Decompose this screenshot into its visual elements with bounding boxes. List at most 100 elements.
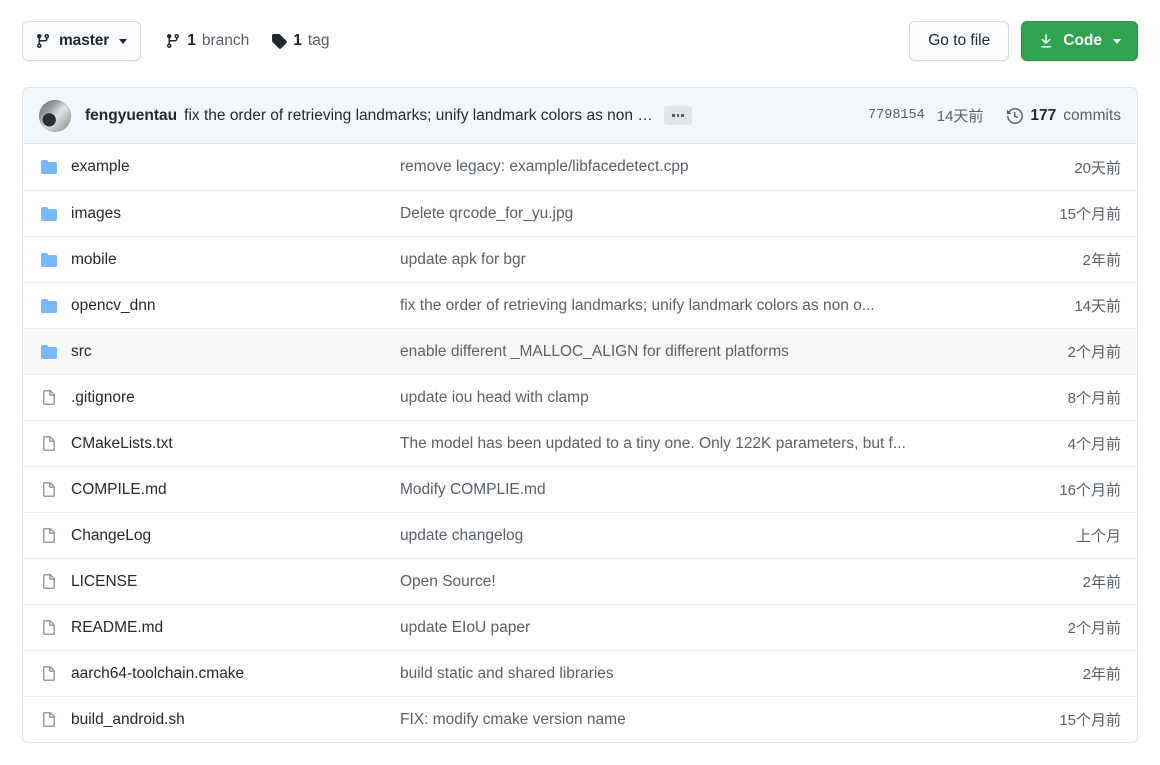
branch-count-number: 1 xyxy=(187,32,196,50)
code-button-label: Code xyxy=(1063,32,1102,50)
commit-message-cell[interactable]: Modify COMPLIE.md xyxy=(400,481,991,499)
table-row[interactable]: COMPILE.mdModify COMPLIE.md16个月前 xyxy=(23,466,1137,512)
file-icon xyxy=(39,528,71,544)
commit-sha-link[interactable]: 7798154 xyxy=(868,108,925,123)
branch-name-label: master xyxy=(59,32,109,50)
folder-icon xyxy=(39,206,71,222)
commit-message-cell[interactable]: Open Source! xyxy=(400,573,991,591)
tag-icon xyxy=(271,33,287,49)
avatar[interactable] xyxy=(39,100,71,132)
commit-time-cell: 15个月前 xyxy=(991,203,1121,224)
file-name-link[interactable]: COMPILE.md xyxy=(71,481,400,499)
history-icon xyxy=(1007,108,1023,124)
git-branch-icon xyxy=(165,33,181,49)
table-row[interactable]: imagesDelete qrcode_for_yu.jpg15个月前 xyxy=(23,190,1137,236)
commit-time-cell: 20天前 xyxy=(991,157,1121,178)
folder-icon xyxy=(39,344,71,360)
tag-count-label: tag xyxy=(308,32,330,50)
table-row[interactable]: LICENSEOpen Source!2年前 xyxy=(23,558,1137,604)
commit-message-cell[interactable]: Delete qrcode_for_yu.jpg xyxy=(400,205,991,223)
ellipsis-icon[interactable] xyxy=(664,106,692,125)
chevron-down-icon xyxy=(1113,39,1121,44)
commit-time-cell: 4个月前 xyxy=(991,433,1121,454)
file-listing-box: fengyuentau fix the order of retrieving … xyxy=(22,87,1138,743)
file-icon xyxy=(39,666,71,682)
tag-count-link[interactable]: 1 tag xyxy=(271,32,329,50)
commit-author-link[interactable]: fengyuentau xyxy=(85,107,177,125)
commit-message-cell[interactable]: update apk for bgr xyxy=(400,251,991,269)
commit-time-cell: 14天前 xyxy=(991,295,1121,316)
go-to-file-label: Go to file xyxy=(928,32,990,50)
table-row[interactable]: CMakeLists.txtThe model has been updated… xyxy=(23,420,1137,466)
file-name-link[interactable]: build_android.sh xyxy=(71,711,400,729)
file-name-link[interactable]: aarch64-toolchain.cmake xyxy=(71,665,400,683)
commit-time-cell: 15个月前 xyxy=(991,709,1121,730)
commit-time-cell: 2个月前 xyxy=(991,617,1121,638)
commit-message-cell[interactable]: enable different _MALLOC_ALIGN for diffe… xyxy=(400,343,991,361)
table-row[interactable]: mobileupdate apk for bgr2年前 xyxy=(23,236,1137,282)
commit-message-cell[interactable]: build static and shared libraries xyxy=(400,665,991,683)
file-icon xyxy=(39,712,71,728)
commit-time-cell: 16个月前 xyxy=(991,479,1121,500)
commit-time-cell: 8个月前 xyxy=(991,387,1121,408)
file-icon xyxy=(39,482,71,498)
branch-selector-button[interactable]: master xyxy=(22,21,141,61)
file-name-link[interactable]: mobile xyxy=(71,251,400,269)
table-row[interactable]: srcenable different _MALLOC_ALIGN for di… xyxy=(23,328,1137,374)
folder-icon xyxy=(39,159,71,175)
branch-count-label: branch xyxy=(202,32,249,50)
table-row[interactable]: .gitignoreupdate iou head with clamp8个月前 xyxy=(23,374,1137,420)
chevron-down-icon xyxy=(119,39,127,44)
file-icon xyxy=(39,574,71,590)
commit-message-cell[interactable]: fix the order of retrieving landmarks; u… xyxy=(400,297,991,315)
commit-message-cell[interactable]: update changelog xyxy=(400,527,991,545)
commit-date: 14天前 xyxy=(937,105,984,126)
commit-time-cell: 2年前 xyxy=(991,249,1121,270)
file-name-link[interactable]: example xyxy=(71,158,400,176)
table-row[interactable]: opencv_dnnfix the order of retrieving la… xyxy=(23,282,1137,328)
repo-toolbar: master 1 branch 1 tag Go to file xyxy=(0,0,1160,82)
github-repo-file-listing: master 1 branch 1 tag Go to file xyxy=(0,0,1160,765)
file-name-link[interactable]: LICENSE xyxy=(71,573,400,591)
commits-count-link[interactable]: 177 commits xyxy=(1007,107,1121,125)
commit-time-cell: 2年前 xyxy=(991,571,1121,592)
table-row[interactable]: aarch64-toolchain.cmakebuild static and … xyxy=(23,650,1137,696)
commit-time-cell: 2个月前 xyxy=(991,341,1121,362)
file-icon xyxy=(39,620,71,636)
commit-message-cell[interactable]: FIX: modify cmake version name xyxy=(400,711,991,729)
file-name-link[interactable]: opencv_dnn xyxy=(71,297,400,315)
commit-message-cell[interactable]: update EIoU paper xyxy=(400,619,991,637)
table-row[interactable]: README.mdupdate EIoU paper2个月前 xyxy=(23,604,1137,650)
file-icon xyxy=(39,390,71,406)
commit-message-cell[interactable]: update iou head with clamp xyxy=(400,389,991,407)
folder-icon xyxy=(39,252,71,268)
file-icon xyxy=(39,436,71,452)
file-name-link[interactable]: src xyxy=(71,343,400,361)
commit-message-cell[interactable]: The model has been updated to a tiny one… xyxy=(400,435,991,453)
commits-count-number: 177 xyxy=(1030,107,1056,125)
file-name-link[interactable]: README.md xyxy=(71,619,400,637)
commit-meta: 7798154 14天前 177 commits xyxy=(868,105,1121,126)
go-to-file-button[interactable]: Go to file xyxy=(909,21,1009,61)
file-name-link[interactable]: CMakeLists.txt xyxy=(71,435,400,453)
branch-count-link[interactable]: 1 branch xyxy=(165,32,249,50)
table-row[interactable]: build_android.shFIX: modify cmake versio… xyxy=(23,696,1137,742)
latest-commit-header: fengyuentau fix the order of retrieving … xyxy=(23,88,1137,144)
file-rows-container: exampleremove legacy: example/libfacedet… xyxy=(23,144,1137,742)
commit-message-link[interactable]: fix the order of retrieving landmarks; u… xyxy=(184,107,654,125)
file-name-link[interactable]: images xyxy=(71,205,400,223)
git-branch-icon xyxy=(35,33,51,49)
table-row[interactable]: exampleremove legacy: example/libfacedet… xyxy=(23,144,1137,190)
toolbar-actions: Go to file Code xyxy=(909,21,1138,61)
commit-time-cell: 上个月 xyxy=(991,525,1121,546)
commits-count-label: commits xyxy=(1063,107,1121,125)
file-name-link[interactable]: ChangeLog xyxy=(71,527,400,545)
commit-message-cell[interactable]: remove legacy: example/libfacedetect.cpp xyxy=(400,158,991,176)
code-button[interactable]: Code xyxy=(1021,21,1138,61)
commit-time-cell: 2年前 xyxy=(991,663,1121,684)
file-name-link[interactable]: .gitignore xyxy=(71,389,400,407)
tag-count-number: 1 xyxy=(293,32,302,50)
download-icon xyxy=(1038,33,1054,49)
table-row[interactable]: ChangeLogupdate changelog上个月 xyxy=(23,512,1137,558)
folder-icon xyxy=(39,298,71,314)
